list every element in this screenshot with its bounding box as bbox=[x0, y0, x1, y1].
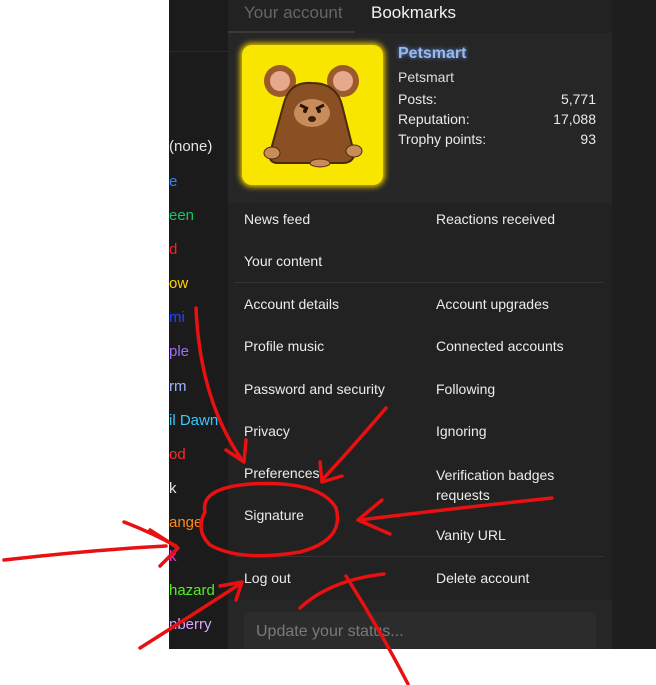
your-content-link[interactable]: Your content bbox=[244, 253, 322, 269]
reactions-received-link[interactable]: Reactions received bbox=[436, 211, 555, 227]
style-item[interactable]: ple bbox=[169, 343, 189, 360]
ignoring-link[interactable]: Ignoring bbox=[436, 423, 487, 439]
stat-posts: Posts: 5,771 bbox=[398, 91, 596, 107]
avatar[interactable] bbox=[242, 45, 383, 185]
profile-music-link[interactable]: Profile music bbox=[244, 338, 324, 354]
style-item[interactable]: od bbox=[169, 446, 186, 463]
user-title: Petsmart bbox=[398, 69, 455, 85]
account-details-link[interactable]: Account details bbox=[244, 296, 339, 312]
stat-label: Trophy points: bbox=[398, 131, 487, 147]
mouse-avatar-icon bbox=[263, 65, 363, 168]
password-security-link[interactable]: Password and security bbox=[244, 381, 385, 397]
status-input[interactable] bbox=[244, 612, 596, 649]
style-item[interactable]: nberry bbox=[169, 616, 212, 633]
style-item[interactable]: ow bbox=[169, 275, 188, 292]
privacy-link[interactable]: Privacy bbox=[244, 423, 290, 439]
style-item[interactable]: d bbox=[169, 241, 177, 258]
username-link[interactable]: Petsmart bbox=[398, 45, 466, 63]
stat-value: 93 bbox=[580, 131, 596, 147]
stat-trophy-points: Trophy points: 93 bbox=[398, 131, 596, 147]
stat-value: 17,088 bbox=[553, 111, 596, 127]
log-out-link[interactable]: Log out bbox=[244, 570, 291, 586]
connected-accounts-link[interactable]: Connected accounts bbox=[436, 338, 564, 354]
preferences-link[interactable]: Preferences bbox=[244, 465, 319, 481]
menu-divider bbox=[234, 282, 604, 283]
verification-badges-line2: requests bbox=[436, 487, 490, 503]
style-item[interactable]: ange bbox=[169, 514, 202, 531]
style-item[interactable]: il Dawn bbox=[169, 412, 218, 429]
page-right-panel bbox=[612, 0, 656, 649]
stat-reputation: Reputation: 17,088 bbox=[398, 111, 596, 127]
stat-value: 5,771 bbox=[560, 91, 596, 107]
tab-your-account[interactable]: Your account bbox=[244, 3, 343, 23]
style-item[interactable]: rm bbox=[169, 378, 187, 395]
status-box bbox=[244, 612, 596, 649]
menu-divider bbox=[234, 556, 604, 557]
style-item[interactable]: e bbox=[169, 173, 177, 190]
delete-account-link[interactable]: Delete account bbox=[436, 570, 529, 586]
annotation-arrow bbox=[2, 544, 168, 562]
signature-link[interactable]: Signature bbox=[244, 507, 304, 523]
style-item[interactable]: mi bbox=[169, 309, 185, 326]
style-item[interactable]: k bbox=[169, 548, 177, 565]
style-item[interactable]: k bbox=[169, 480, 177, 497]
following-link[interactable]: Following bbox=[436, 381, 495, 397]
style-item[interactable]: een bbox=[169, 207, 194, 224]
account-menu: Your account Bookmarks Petsmart Petsmart… bbox=[228, 0, 612, 649]
verification-badges-link[interactable]: Verification badges requests bbox=[436, 465, 554, 505]
account-upgrades-link[interactable]: Account upgrades bbox=[436, 296, 549, 312]
stat-label: Reputation: bbox=[398, 111, 470, 127]
tab-bookmarks[interactable]: Bookmarks bbox=[371, 3, 456, 23]
news-feed-link[interactable]: News feed bbox=[244, 211, 310, 227]
style-item[interactable]: hazard bbox=[169, 582, 215, 599]
style-item[interactable]: (none) bbox=[169, 138, 212, 155]
menu-tabs: Your account Bookmarks bbox=[228, 0, 612, 34]
stat-label: Posts: bbox=[398, 91, 437, 107]
verification-badges-line1: Verification badges bbox=[436, 467, 555, 483]
profile-card: Petsmart Petsmart Posts: 5,771 Reputatio… bbox=[228, 33, 612, 203]
vanity-url-link[interactable]: Vanity URL bbox=[436, 527, 506, 543]
